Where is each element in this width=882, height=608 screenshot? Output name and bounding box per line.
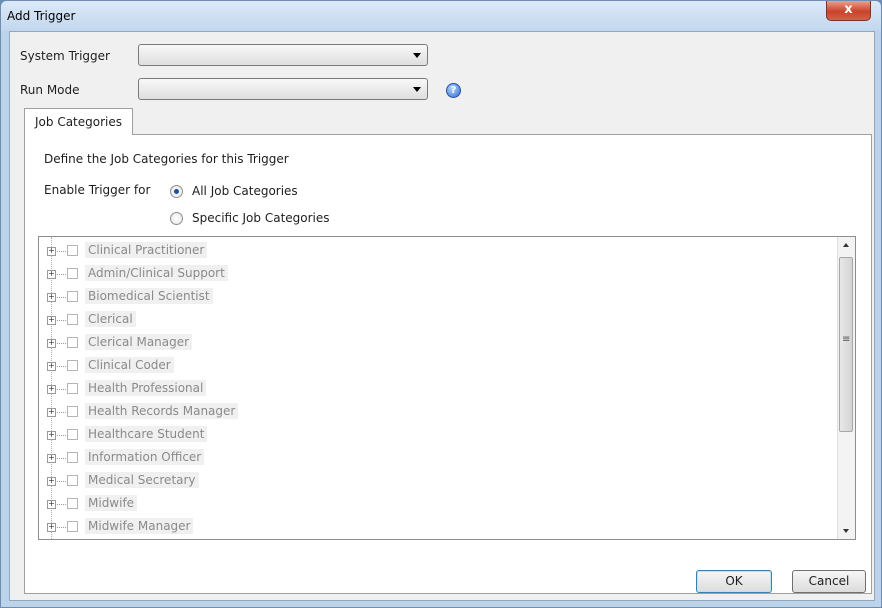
tree-item[interactable]: + Admin/Clinical Support [39, 262, 829, 285]
tree-item-checkbox[interactable] [67, 406, 78, 417]
ok-button[interactable]: OK [696, 570, 772, 593]
tree-item[interactable]: + Midwife [39, 492, 829, 515]
expand-icon[interactable]: + [47, 270, 56, 279]
tree-item-label: Medical Secretary [85, 472, 199, 488]
run-mode-dropdown[interactable] [138, 78, 428, 100]
tree-item-label: Information Officer [85, 449, 205, 465]
run-mode-label: Run Mode [20, 83, 80, 97]
tree-item[interactable]: + Health Professional [39, 377, 829, 400]
expand-icon[interactable]: + [47, 339, 56, 348]
tree-item[interactable]: + Clinical Practitioner [39, 239, 829, 262]
chevron-down-icon [413, 53, 421, 58]
tree-item-label: Health Records Manager [85, 403, 239, 419]
tree-item-label: Midwife Manager [85, 518, 194, 534]
tree-item-checkbox[interactable] [67, 291, 78, 302]
tree-item-checkbox[interactable] [67, 475, 78, 486]
radio-all-label[interactable]: All Job Categories [192, 184, 298, 198]
expand-icon[interactable]: + [47, 454, 56, 463]
enable-trigger-label: Enable Trigger for [44, 183, 151, 197]
close-button[interactable]: x [826, 1, 871, 21]
dialog-title: Add Trigger [7, 9, 76, 23]
scroll-down-icon[interactable] [838, 522, 855, 539]
tree-item-checkbox[interactable] [67, 521, 78, 532]
expand-icon[interactable]: + [47, 477, 56, 486]
system-trigger-label: System Trigger [20, 49, 110, 63]
expand-icon[interactable]: + [47, 431, 56, 440]
vertical-scrollbar[interactable] [837, 237, 855, 539]
tree-item-checkbox[interactable] [67, 429, 78, 440]
tree-item[interactable]: + Medical Secretary [39, 469, 829, 492]
add-trigger-dialog: Add Trigger x System Trigger Run Mode ? … [0, 0, 882, 608]
tree-item[interactable]: + Clinical Coder [39, 354, 829, 377]
tree-connector [57, 481, 66, 482]
expand-icon[interactable]: + [47, 385, 56, 394]
tree-connector [57, 504, 66, 505]
tree-item-label: Midwife [85, 495, 138, 511]
scroll-up-icon[interactable] [838, 237, 855, 254]
tree-item-checkbox[interactable] [67, 314, 78, 325]
expand-icon[interactable]: + [47, 293, 56, 302]
tree-item[interactable]: + Clerical [39, 308, 829, 331]
tree-item[interactable]: + Clerical Manager [39, 331, 829, 354]
tree-item[interactable]: + Healthcare Student [39, 423, 829, 446]
tree-item-checkbox[interactable] [67, 268, 78, 279]
chevron-down-icon [413, 87, 421, 92]
tree-connector [57, 343, 66, 344]
tree-item-checkbox[interactable] [67, 337, 78, 348]
tree-connector [57, 412, 66, 413]
tree-item-label: Clinical Coder [85, 357, 174, 373]
radio-all-job-categories[interactable] [170, 185, 183, 198]
system-trigger-dropdown[interactable] [138, 44, 428, 66]
tree-item-checkbox[interactable] [67, 245, 78, 256]
title-bar: Add Trigger x [1, 1, 881, 31]
job-categories-tree[interactable]: + Clinical Practitioner + Admin/Clinical Su… [38, 236, 856, 540]
tree-item[interactable]: + Information Officer [39, 446, 829, 469]
tree-item-label: Admin/Clinical Support [85, 265, 228, 281]
tree-connector [57, 366, 66, 367]
expand-icon[interactable]: + [47, 408, 56, 417]
tree-connector [57, 274, 66, 275]
tree-item-label: Biomedical Scientist [85, 288, 213, 304]
expand-icon[interactable]: + [47, 247, 56, 256]
tree-item-label: Clerical Manager [85, 334, 193, 350]
dialog-body: System Trigger Run Mode ? Job Categories… [9, 31, 875, 601]
tree-item-checkbox[interactable] [67, 498, 78, 509]
tab-job-categories[interactable]: Job Categories [24, 108, 133, 135]
radio-specific-job-categories[interactable] [170, 212, 183, 225]
radio-specific-label[interactable]: Specific Job Categories [192, 211, 330, 225]
help-icon[interactable]: ? [446, 83, 461, 98]
tree-item-checkbox[interactable] [67, 452, 78, 463]
expand-icon[interactable]: + [47, 523, 56, 532]
tree-item[interactable]: + Health Records Manager [39, 400, 829, 423]
close-icon[interactable]: x [844, 2, 852, 17]
tree-item[interactable]: + Biomedical Scientist [39, 285, 829, 308]
tree-item-label: Clinical Practitioner [85, 242, 208, 258]
tree-connector [57, 389, 66, 390]
panel-description: Define the Job Categories for this Trigg… [44, 152, 289, 166]
tree-item-checkbox[interactable] [67, 360, 78, 371]
tree-item-label: Health Professional [85, 380, 207, 396]
expand-icon[interactable]: + [47, 500, 56, 509]
tree-connector [57, 458, 66, 459]
tree-connector [57, 320, 66, 321]
tree-connector [57, 297, 66, 298]
expand-icon[interactable]: + [47, 316, 56, 325]
tree-item-label: Healthcare Student [85, 426, 208, 442]
tree-connector [57, 435, 66, 436]
expand-icon[interactable]: + [47, 362, 56, 371]
tree-item-checkbox[interactable] [67, 383, 78, 394]
tree-item[interactable]: + Midwife Manager [39, 515, 829, 538]
tree-connector [57, 527, 66, 528]
tree-connector [57, 251, 66, 252]
scroll-thumb[interactable] [839, 257, 853, 432]
cancel-button[interactable]: Cancel [792, 570, 866, 593]
tree-item-label: Clerical [85, 311, 136, 327]
